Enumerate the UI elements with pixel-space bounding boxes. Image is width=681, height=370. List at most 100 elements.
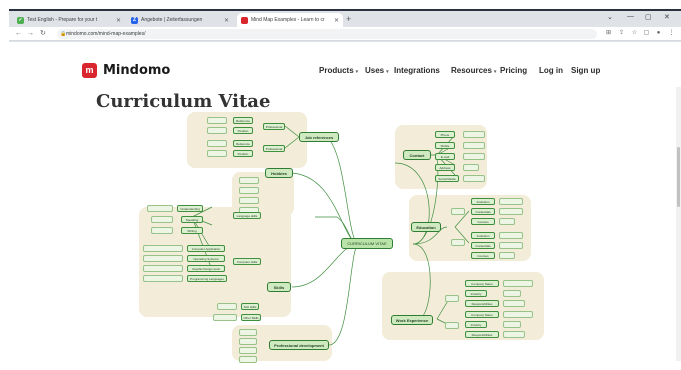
node-computer-skills[interactable]: Computer skills (233, 258, 261, 265)
node-graphic-design-tools[interactable]: Graphic Design tools (187, 265, 225, 272)
node-contact[interactable]: Contact (403, 150, 431, 160)
node-leaf[interactable] (239, 356, 257, 363)
node-leaf[interactable] (207, 150, 227, 157)
profile-icon[interactable]: ● (655, 30, 662, 37)
node-credentials[interactable]: Credentials (471, 242, 495, 249)
node-leaf[interactable] (207, 127, 227, 134)
node-leaf[interactable] (143, 245, 183, 252)
node-leaf[interactable] (151, 227, 173, 234)
node-leaf[interactable] (499, 242, 523, 249)
node-leaf[interactable] (239, 347, 257, 354)
node-leaf[interactable] (503, 331, 525, 338)
node-leaf[interactable] (503, 290, 521, 297)
node-leaf[interactable] (445, 322, 459, 329)
node-language-skills[interactable]: Language skills (233, 212, 261, 219)
scrollbar-thumb[interactable] (677, 147, 680, 207)
nav-products[interactable]: Products ▾ (319, 66, 358, 77)
node-responsibilities[interactable]: Responsibilities (465, 300, 499, 307)
node-leaf[interactable] (499, 252, 515, 259)
node-job-ref-professional[interactable]: Professional (263, 123, 285, 130)
back-icon[interactable]: ← (15, 29, 22, 39)
node-courses[interactable]: Courses (471, 252, 495, 259)
mindomo-logo-icon[interactable]: m (82, 63, 97, 78)
node-job-references[interactable]: Job references (299, 132, 339, 142)
node-leaf[interactable] (499, 208, 523, 215)
node-leaf[interactable] (143, 255, 183, 262)
node-company-name[interactable]: Company Name (465, 311, 499, 318)
node-mobile[interactable]: Mobile (435, 142, 455, 149)
node-professional-development[interactable]: Professional development (269, 340, 329, 350)
node-credentials[interactable]: Credentials (471, 208, 495, 215)
site-logo-text[interactable]: Mindomo (103, 63, 170, 78)
node-leaf[interactable] (503, 321, 521, 328)
node-courses[interactable]: Courses (471, 218, 495, 225)
node-operating-systems[interactable]: Operating Systems (187, 255, 225, 262)
node-center[interactable]: CURRICULUM VITAE (341, 238, 393, 249)
node-understanding[interactable]: Understanding (177, 205, 203, 212)
node-responsibilities[interactable]: Responsibilities (465, 331, 499, 338)
tab-mind-map-examples[interactable]: Mind Map Examples - Learn to cr ✕ (237, 13, 343, 27)
new-tab-button[interactable]: + (346, 14, 351, 24)
node-leaf[interactable] (463, 142, 485, 149)
tab-angebote[interactable]: Z Angebote | Zeiterfassungen ✕ (127, 13, 233, 27)
node-soft-skills[interactable]: Soft skills (241, 303, 259, 310)
close-icon[interactable]: ✕ (224, 17, 229, 24)
node-leaf[interactable] (143, 265, 183, 272)
node-leaf[interactable] (239, 329, 257, 336)
node-reference[interactable]: Reference (233, 140, 253, 147)
tab-search-icon[interactable]: ⌄ (607, 13, 613, 21)
node-leaf[interactable] (213, 314, 237, 321)
nav-signup[interactable]: Sign up (571, 66, 600, 76)
node-leaf[interactable] (463, 131, 485, 138)
menu-icon[interactable]: ⋮ (668, 30, 675, 37)
nav-login[interactable]: Log in (539, 66, 563, 76)
node-industry[interactable]: Industry (465, 290, 487, 297)
node-computer-application[interactable]: Computer Application (187, 245, 225, 252)
node-leaf[interactable] (207, 117, 227, 124)
node-hobbies[interactable]: Hobbies (265, 168, 293, 178)
extension-icon[interactable]: ▢ (643, 30, 650, 37)
node-institution[interactable]: Institution (471, 198, 495, 205)
node-social-media[interactable]: Social Media (435, 175, 459, 182)
address-bar[interactable]: 🔒 mindomo.com/mind-map-examples/ (57, 29, 597, 39)
node-leaf[interactable] (151, 216, 173, 223)
translate-icon[interactable]: ⊞ (605, 30, 612, 37)
reload-icon[interactable]: ↻ (40, 29, 46, 39)
close-icon[interactable]: ✕ (116, 17, 121, 24)
node-position[interactable]: Position (233, 150, 253, 157)
node-leaf[interactable] (239, 187, 259, 194)
maximize-icon[interactable]: ▢ (645, 13, 652, 21)
node-leaf[interactable] (147, 205, 173, 212)
node-leaf[interactable] (503, 311, 533, 318)
minimize-icon[interactable]: — (627, 13, 634, 20)
node-leaf[interactable] (451, 208, 465, 215)
node-leaf[interactable] (503, 280, 533, 287)
node-leaf[interactable] (499, 232, 523, 239)
bookmark-star-icon[interactable]: ☆ (631, 30, 638, 37)
nav-pricing[interactable]: Pricing (500, 66, 527, 76)
node-leaf[interactable] (445, 295, 459, 302)
node-leaf[interactable] (143, 275, 183, 282)
node-company-name[interactable]: Company Name (465, 280, 499, 287)
node-skills[interactable]: Skills (267, 282, 291, 292)
node-industry[interactable]: Industry (465, 321, 487, 328)
node-position[interactable]: Position (233, 127, 253, 134)
forward-icon[interactable]: → (27, 29, 34, 39)
node-leaf[interactable] (239, 197, 259, 204)
node-leaf[interactable] (463, 164, 479, 171)
node-education[interactable]: Education (411, 222, 441, 232)
node-address[interactable]: Address (435, 164, 455, 171)
node-leaf[interactable] (499, 218, 515, 225)
node-leaf[interactable] (499, 198, 523, 205)
node-phone[interactable]: Phone (435, 131, 455, 138)
tab-test-english[interactable]: ✓ Test English - Prepare for your t ✕ (13, 13, 125, 27)
node-programming-languages[interactable]: Programming Languages (187, 275, 227, 282)
nav-resources[interactable]: Resources ▾ (451, 66, 496, 77)
node-speaking[interactable]: Speaking (181, 216, 203, 223)
node-leaf[interactable] (239, 338, 257, 345)
node-work-experience[interactable]: Work Experience (391, 315, 433, 325)
window-close-icon[interactable]: ✕ (664, 13, 670, 21)
node-writing[interactable]: Writing (181, 227, 203, 234)
nav-integrations[interactable]: Integrations (394, 66, 440, 76)
node-email[interactable]: E-mail (435, 153, 455, 160)
